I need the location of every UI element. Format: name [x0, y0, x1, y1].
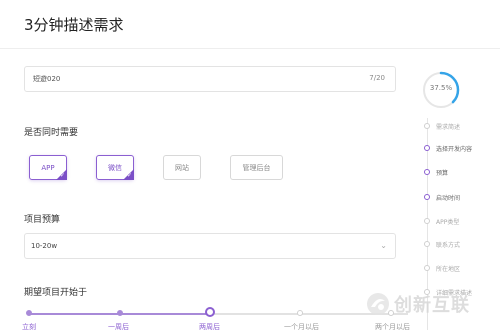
step-item[interactable]: APP类型	[422, 215, 459, 227]
step-dot-icon	[424, 218, 430, 224]
step-label: 联系方式	[436, 241, 461, 249]
step-dot-icon	[424, 194, 430, 200]
step-label: 启动时间	[436, 194, 461, 202]
budget-select[interactable]: 10-20w ⌄	[24, 233, 396, 259]
page-title: 3分钟描述需求	[24, 16, 124, 34]
option-website-label: 网站	[175, 163, 189, 172]
slider-handle[interactable]	[205, 307, 215, 317]
step-label: APP类型	[436, 218, 460, 226]
watermark-text: 创新互联	[394, 295, 470, 316]
brand-logo-icon	[367, 293, 389, 315]
step-label: 所在地区	[436, 265, 461, 273]
step-dot-icon	[424, 265, 430, 271]
step-label: 预算	[436, 169, 449, 177]
slider-node[interactable]	[26, 310, 32, 316]
slider-node[interactable]	[117, 310, 123, 316]
slider-mark-label: 两周后	[199, 323, 220, 331]
platforms-label: 是否同时需要	[24, 128, 79, 138]
budget-value: 10-20w	[31, 242, 58, 250]
progress-percent: 37.5%	[429, 84, 453, 92]
option-website-button[interactable]: 网站	[163, 155, 201, 180]
slider-mark-label: 立刻	[22, 323, 36, 331]
option-admin-label: 管理后台	[242, 163, 271, 172]
step-item[interactable]: 联系方式	[422, 238, 460, 250]
step-label: 需求简述	[436, 123, 461, 131]
option-wechat-label: 微信	[108, 163, 122, 172]
option-app-label: APP	[41, 163, 55, 172]
step-dot-icon	[424, 145, 430, 151]
step-item[interactable]: 选择开发内容	[422, 142, 472, 154]
check-icon: ✓	[126, 172, 132, 179]
project-name-value: 短遊020	[33, 75, 61, 83]
option-app-button[interactable]: APP ✓	[29, 155, 67, 180]
chevron-down-icon: ⌄	[380, 241, 387, 250]
step-item[interactable]: 所在地区	[422, 262, 460, 274]
watermark: 创新互联	[366, 290, 470, 318]
step-item[interactable]: 需求简述	[422, 120, 460, 132]
step-label: 选择开发内容	[436, 145, 473, 153]
slider-mark-label: 两个月以后	[375, 323, 410, 331]
option-admin-button[interactable]: 管理后台	[230, 155, 283, 180]
start-label: 期望项目开始于	[24, 288, 88, 298]
step-dot-icon	[424, 169, 430, 175]
char-counter: 7/20	[369, 74, 385, 82]
slider-mark-label: 一个月以后	[284, 323, 319, 331]
budget-label: 项目预算	[24, 215, 61, 225]
check-icon: ✓	[59, 172, 65, 179]
step-item[interactable]: 启动时间	[422, 191, 460, 203]
slider-mark-label: 一周后	[108, 323, 129, 331]
step-item[interactable]: 预算	[422, 166, 448, 178]
step-dot-icon	[424, 241, 430, 247]
project-name-input[interactable]: 短遊020 7/20	[24, 66, 396, 92]
option-wechat-button[interactable]: 微信 ✓	[96, 155, 134, 180]
step-dot-icon	[424, 123, 430, 129]
slider-node[interactable]	[297, 310, 303, 316]
header-divider	[0, 48, 500, 49]
